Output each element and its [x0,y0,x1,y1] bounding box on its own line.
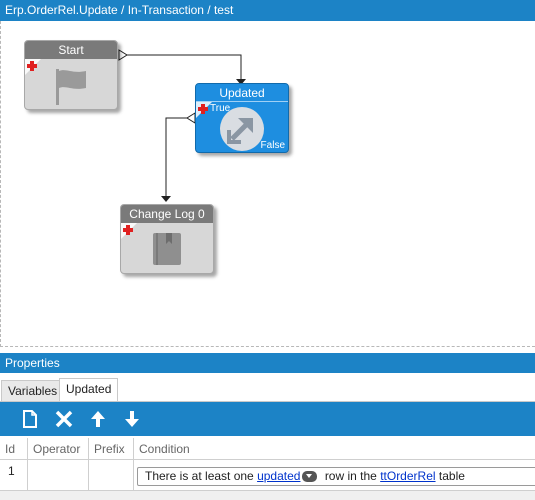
move-down-icon[interactable] [122,409,142,429]
node-updated-label: Updated [196,84,288,102]
book-icon [153,233,181,265]
chevron-down-icon[interactable] [302,471,318,483]
add-icon[interactable] [198,104,208,114]
prefix-cell[interactable] [89,460,134,490]
condition-text-2: row in the [324,469,377,483]
node-change-log-label: Change Log 0 [121,205,213,223]
grid-header: Id Operator Prefix Condition [0,438,535,460]
node-updated[interactable]: Updated True False [195,83,289,153]
add-icon[interactable] [27,61,37,71]
column-header-prefix[interactable]: Prefix [89,438,134,460]
condition-text-1: There is at least one [145,469,254,483]
input-port-updated [186,112,196,124]
column-header-condition[interactable]: Condition [134,438,535,460]
tab-updated[interactable]: Updated [59,378,119,402]
window-title: Erp.OrderRel.Update / In-Transaction / t… [0,0,535,21]
delete-x-icon[interactable] [54,409,74,429]
operator-cell[interactable] [28,460,89,490]
grid-footer [0,490,535,500]
connector-start-updated [126,54,242,81]
workflow-canvas[interactable]: Start Updated True False Change Log 0 [0,21,535,347]
condition-link-table[interactable]: ttOrderRel [380,469,435,483]
condition-cell[interactable]: There is at least one updated row in the… [137,467,535,486]
tab-variables[interactable]: Variables [1,380,65,402]
output-port-start [118,49,128,61]
false-branch-label: False [260,140,285,151]
diagonal-arrow-icon [220,107,264,151]
condition-text-3: table [438,469,465,483]
flag-icon [56,69,86,105]
node-start[interactable]: Start [24,40,118,110]
connector-updated-changelog [165,117,187,198]
row-id-cell: 1 [0,460,28,490]
new-document-icon[interactable] [20,409,40,429]
properties-panel-title: Properties [0,353,535,373]
column-header-operator[interactable]: Operator [28,438,89,460]
condition-link-updated[interactable]: updated [257,469,300,483]
properties-toolbar [0,401,535,436]
node-change-log[interactable]: Change Log 0 [120,204,214,274]
move-up-icon[interactable] [88,409,108,429]
node-start-label: Start [25,41,117,59]
add-icon[interactable] [123,225,133,235]
arrowhead-changelog [161,196,171,202]
column-header-id[interactable]: Id [0,438,28,460]
